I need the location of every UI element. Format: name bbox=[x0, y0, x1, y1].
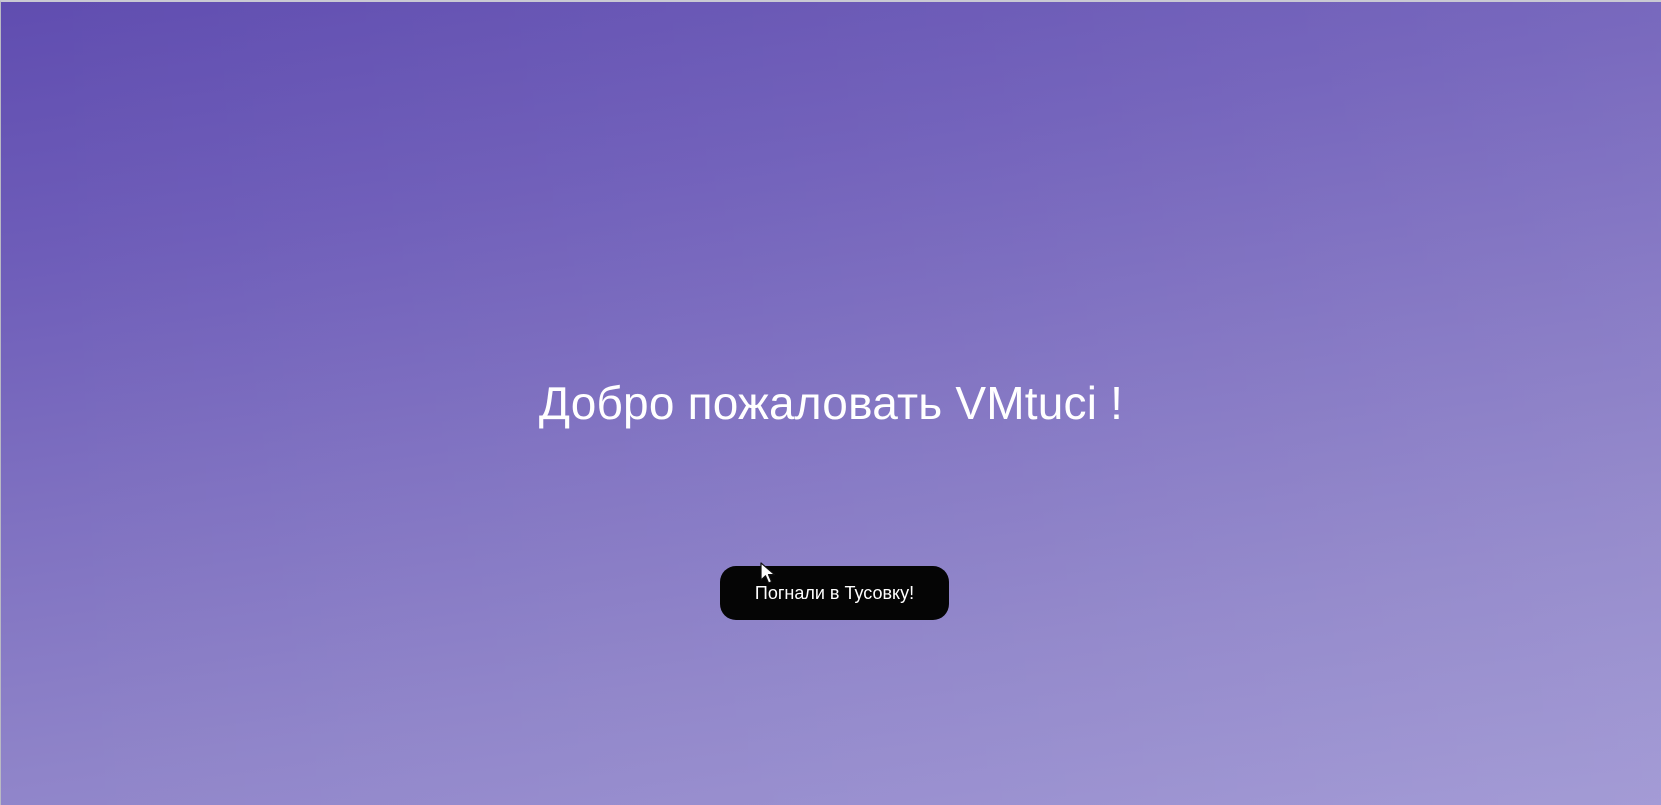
browser-page: Добро пожаловать VMtuci ! Погнали в Тусо… bbox=[0, 0, 1661, 805]
enter-party-button[interactable]: Погнали в Тусовку! bbox=[720, 566, 949, 620]
welcome-background: Добро пожаловать VMtuci ! Погнали в Тусо… bbox=[1, 2, 1661, 805]
welcome-title: Добро пожаловать VMtuci ! bbox=[538, 377, 1124, 429]
